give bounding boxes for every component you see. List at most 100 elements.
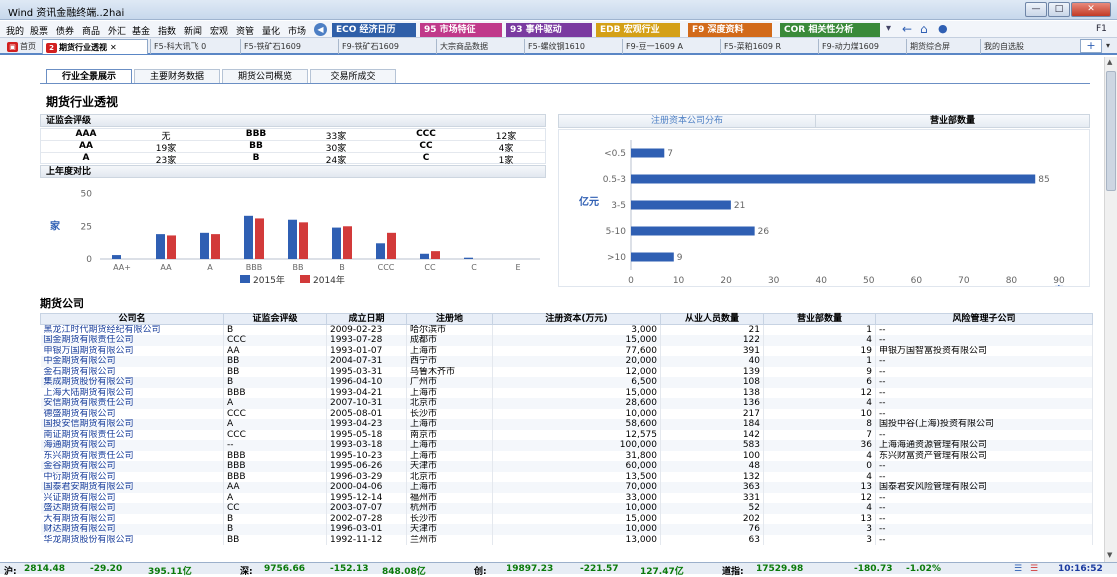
tab-rapeseed[interactable]: F5-菜粕1609 R	[720, 39, 816, 54]
table-row[interactable]: 国投安信期货有限公司 A 1993-04-23 上海市 58,600 184 8 国投中谷(上…	[40, 419, 1093, 430]
company-name-cell[interactable]: 中衍期货有限公司	[40, 471, 224, 482]
menu-item-quant[interactable]: 量化	[262, 24, 280, 37]
company-name-cell[interactable]: 金石期货有限公司	[40, 366, 224, 377]
subtab-exchange-volume[interactable]: 交易所成交	[310, 69, 396, 84]
company-name-cell[interactable]: 德盛期货有限公司	[40, 408, 224, 419]
toolbar-market-features-button[interactable]: 95 市场特征	[420, 23, 502, 37]
tab-iron-ore-f5[interactable]: F5-铁矿石1609	[240, 39, 336, 54]
company-name-cell[interactable]: 兴证期货有限公司	[40, 492, 224, 503]
toolbar-cor-button[interactable]: COR 相关性分析	[780, 23, 880, 37]
home-icon[interactable]: ⌂	[920, 22, 928, 36]
company-name-cell[interactable]: 大有期货有限公司	[40, 513, 224, 524]
vertical-scrollbar[interactable]: ▲ ▼	[1104, 57, 1117, 562]
menu-item-funds[interactable]: 基金	[132, 24, 150, 37]
tab-branch-count[interactable]: 营业部数量	[815, 115, 1089, 127]
table-row[interactable]: 金石期货有限公司 BB 1995-03-31 乌鲁木齐市 12,000 139 9 --	[40, 366, 1093, 377]
back-arrow-icon[interactable]: ◀	[314, 23, 327, 36]
close-tab-icon[interactable]: ✕	[110, 43, 117, 52]
col-header-founded[interactable]: 成立日期	[326, 313, 407, 325]
tab-soybean[interactable]: F9-豆一1609 A	[622, 39, 718, 54]
tab-coal[interactable]: F9-动力煤1609	[818, 39, 904, 54]
chevron-down-icon[interactable]: ▾	[886, 23, 891, 34]
minimize-button[interactable]: —	[1025, 2, 1047, 17]
table-row[interactable]: 德盛期货有限公司 CCC 2005-08-01 长沙市 10,000 217 10 --	[40, 408, 1093, 419]
tab-futures-industry[interactable]: 2 期货行业透视 ✕	[42, 39, 148, 54]
toolbar-event-driven-button[interactable]: 93 事件驱动	[506, 23, 592, 37]
tab-iron-ore-f9[interactable]: F9-铁矿石1609	[338, 39, 434, 54]
close-button[interactable]: ✕	[1071, 2, 1111, 17]
maximize-button[interactable]: □	[1048, 2, 1070, 17]
company-name-cell[interactable]: 集成期货股份有限公司	[40, 377, 224, 388]
company-name-cell[interactable]: 海通期货有限公司	[40, 440, 224, 451]
company-name-cell[interactable]: 南证期货有限责任公司	[40, 429, 224, 440]
toolbar-f9-button[interactable]: F9 深度资料	[688, 23, 772, 37]
company-name-cell[interactable]: 国投安信期货有限公司	[40, 419, 224, 430]
col-header-employees[interactable]: 从业人员数量	[660, 313, 764, 325]
table-row[interactable]: 财达期货有限公司 B 1996-03-01 天津市 10,000 76 3 --	[40, 524, 1093, 535]
col-header-rating[interactable]: 证监会评级	[223, 313, 327, 325]
tab-commodity-data[interactable]: 大宗商品数据	[436, 39, 522, 54]
table-row[interactable]: 南证期货有限责任公司 CCC 1995-05-18 南京市 12,575 142 7 --	[40, 429, 1093, 440]
table-row[interactable]: 上海大陆期货有限公司 BBB 1993-04-21 上海市 15,000 138 12 --	[40, 387, 1093, 398]
red-list-icon[interactable]: ☰	[1030, 564, 1038, 574]
company-name-cell[interactable]: 中金期货有限公司	[40, 356, 224, 367]
menu-item-stocks[interactable]: 股票	[30, 24, 48, 37]
tab-watchlist[interactable]: 我的自选股	[980, 39, 1060, 54]
table-row[interactable]: 国泰君安期货有限公司 AA 2000-04-06 上海市 70,000 363 13 国泰君安…	[40, 482, 1093, 493]
menu-item-news[interactable]: 新闻	[184, 24, 202, 37]
table-row[interactable]: 金谷期货有限公司 BBB 1995-06-26 天津市 60,000 48 0 --	[40, 461, 1093, 472]
table-row[interactable]: 华龙期货股份有限公司 BB 1992-11-12 兰州市 13,000 63 3 --	[40, 534, 1093, 545]
col-header-capital[interactable]: 注册资本(万元)	[492, 313, 661, 325]
company-name-cell[interactable]: 盛达期货有限公司	[40, 503, 224, 514]
chat-icon[interactable]: ●	[938, 22, 948, 35]
col-header-risk-subsidiary[interactable]: 风险管理子公司	[875, 313, 1093, 325]
scroll-down-icon[interactable]: ▼	[1107, 551, 1112, 559]
menu-item-market[interactable]: 市场	[288, 24, 306, 37]
menu-item-asset-mgmt[interactable]: 资管	[236, 24, 254, 37]
company-name-cell[interactable]: 东兴期货有限责任公司	[40, 450, 224, 461]
company-name-cell[interactable]: 财达期货有限公司	[40, 524, 224, 535]
table-row[interactable]: 东兴期货有限责任公司 BBB 1995-10-23 上海市 31,800 100 4 东兴财富…	[40, 450, 1093, 461]
tab-rebar[interactable]: F5-螺纹钢1610	[524, 39, 620, 54]
f1-help-button[interactable]: F1	[1096, 24, 1107, 34]
table-row[interactable]: 海通期货有限公司 -- 1993-03-18 上海市 100,000 583 36 上海海通资…	[40, 440, 1093, 451]
company-name-cell[interactable]: 安信期货有限责任公司	[40, 398, 224, 409]
table-row[interactable]: 国金期货有限责任公司 CCC 1993-07-28 成都市 15,000 122 4 --	[40, 335, 1093, 346]
company-name-cell[interactable]: 金谷期货有限公司	[40, 461, 224, 472]
tab-iflytek[interactable]: F5-科大讯飞 0	[150, 39, 238, 54]
table-row[interactable]: 盛达期货有限公司 CC 2003-07-07 杭州市 10,000 52 4 --	[40, 503, 1093, 514]
company-name-cell[interactable]: 申银万国期货有限公司	[40, 345, 224, 356]
table-row[interactable]: 兴证期货有限公司 A 1995-12-14 福州市 33,000 331 12 --	[40, 492, 1093, 503]
subtab-financial-data[interactable]: 主要财务数据	[134, 69, 220, 84]
menu-item-mine[interactable]: 我的	[6, 24, 24, 37]
tab-futures-screen[interactable]: 期货综合屏	[906, 39, 978, 54]
col-header-branches[interactable]: 营业部数量	[763, 313, 876, 325]
table-row[interactable]: 集成期货股份有限公司 B 1996-04-10 广州市 6,500 108 6 --	[40, 377, 1093, 388]
tab-home[interactable]: ▣ 首页	[4, 39, 40, 54]
scroll-up-icon[interactable]: ▲	[1107, 58, 1112, 66]
toolbar-edb-button[interactable]: EDB 宏观行业	[596, 23, 680, 37]
company-name-cell[interactable]: 黑龙江时代期货经纪有限公司	[40, 324, 224, 335]
menu-item-commodities[interactable]: 商品	[82, 24, 100, 37]
company-name-cell[interactable]: 上海大陆期货有限公司	[40, 387, 224, 398]
table-row[interactable]: 黑龙江时代期货经纪有限公司 B 2009-02-23 哈尔滨市 3,000 21 1 --	[40, 324, 1093, 335]
scrollbar-thumb[interactable]	[1106, 71, 1116, 191]
table-row[interactable]: 安信期货有限责任公司 A 2007-10-31 北京市 28,600 136 4 --	[40, 398, 1093, 409]
tab-capital-distribution[interactable]: 注册资本公司分布	[559, 115, 815, 127]
add-tab-button[interactable]: +	[1080, 39, 1102, 53]
tab-list-chevron-icon[interactable]: ▾	[1106, 41, 1110, 50]
subtab-company-overview[interactable]: 期货公司概览	[222, 69, 308, 84]
subtab-industry-overview[interactable]: 行业全景展示	[46, 69, 132, 84]
company-name-cell[interactable]: 国金期货有限责任公司	[40, 335, 224, 346]
menu-item-macro[interactable]: 宏观	[210, 24, 228, 37]
menu-item-index[interactable]: 指数	[158, 24, 176, 37]
company-name-cell[interactable]: 华龙期货股份有限公司	[40, 534, 224, 545]
toolbar-eco-button[interactable]: ECO 经济日历	[332, 23, 416, 37]
table-row[interactable]: 申银万国期货有限公司 AA 1993-01-07 上海市 77,600 391 19 申银万国…	[40, 345, 1093, 356]
company-name-cell[interactable]: 国泰君安期货有限公司	[40, 482, 224, 493]
list-icon[interactable]: ☰	[1014, 564, 1022, 574]
col-header-location[interactable]: 注册地	[406, 313, 493, 325]
table-row[interactable]: 中金期货有限公司 BB 2004-07-31 西宁市 20,000 40 1 --	[40, 356, 1093, 367]
table-row[interactable]: 中衍期货有限公司 BBB 1996-03-29 北京市 13,500 132 4 --	[40, 471, 1093, 482]
menu-item-bonds[interactable]: 债券	[56, 24, 74, 37]
